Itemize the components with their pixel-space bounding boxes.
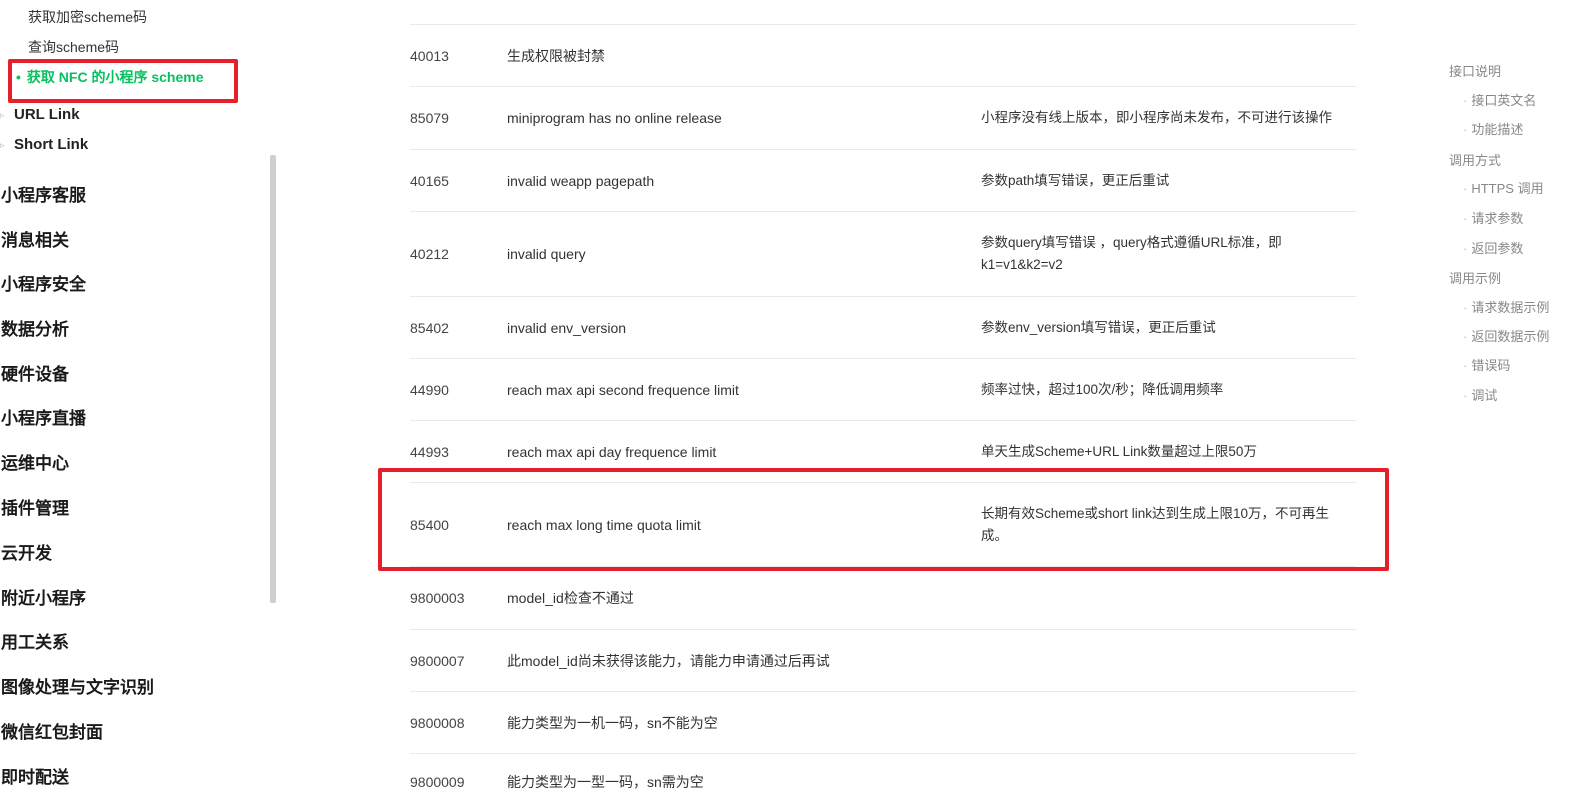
error-code: 9800008 xyxy=(410,714,465,731)
error-description: 参数query填写错误 ，query格式遵循URL标准，即k1=v1&k2=v2 xyxy=(981,235,1282,272)
toc-bullet-icon: · xyxy=(1463,211,1468,226)
sidebar-category[interactable]: 运维中心 xyxy=(1,449,69,474)
table-row: 44990 reach max api second frequence lim… xyxy=(410,359,1356,421)
toc-item-call-examples[interactable]: 调用示例 xyxy=(1449,268,1501,287)
table-row: 9800008 能力类型为一机一码，sn不能为空 xyxy=(410,692,1356,754)
toc-item-label: 返回数据示例 xyxy=(1471,329,1550,344)
toc-item-label: 调试 xyxy=(1471,388,1498,403)
error-description: 单天生成Scheme+URL Link数量超过上限50万 xyxy=(981,443,1257,459)
sidebar-category[interactable]: 数据分析 xyxy=(1,315,69,340)
caret-right-icon: ▹ xyxy=(0,139,5,150)
sidebar-group-label: Short Link xyxy=(14,136,89,153)
sidebar-category[interactable]: 硬件设备 xyxy=(1,360,69,385)
error-code: 44990 xyxy=(410,381,449,398)
sidebar-category[interactable]: 小程序直播 xyxy=(1,404,86,429)
toc-bullet-icon: · xyxy=(1463,181,1468,196)
toc-item-call-method[interactable]: 调用方式 xyxy=(1449,150,1501,169)
sidebar-group-url-link[interactable]: ▹ URL Link xyxy=(0,106,80,123)
error-description: 参数env_version填写错误，更正后重试 xyxy=(981,319,1216,335)
table-row: 9800003 model_id检查不通过 xyxy=(410,567,1356,630)
toc-item-label: HTTPS 调用 xyxy=(1471,181,1544,196)
left-sidebar: 获取加密scheme码 查询scheme码 • 获取 NFC 的小程序 schem… xyxy=(0,0,280,810)
table-row-top-partial xyxy=(410,0,1356,25)
error-description: 参数path填写错误，更正后重试 xyxy=(981,172,1170,188)
error-code: 9800003 xyxy=(410,590,465,606)
toc-bullet-icon: · xyxy=(1463,93,1468,108)
error-message: reach max api day frequence limit xyxy=(507,443,717,460)
error-message: 能力类型为一型一码，sn需为空 xyxy=(507,774,704,790)
sidebar-item-query-scheme[interactable]: 查询scheme码 xyxy=(28,37,119,57)
sidebar-category[interactable]: 微信红包封面 xyxy=(1,718,103,743)
sidebar-item-get-encrypted-scheme[interactable]: 获取加密scheme码 xyxy=(28,7,147,27)
error-code: 85402 xyxy=(410,319,449,336)
toc-item-request-params[interactable]: · 请求参数 xyxy=(1463,208,1523,227)
toc-item-function-description[interactable]: · 功能描述 xyxy=(1463,119,1523,138)
sidebar-category[interactable]: 小程序安全 xyxy=(1,270,86,295)
error-description: 小程序没有线上版本，即小程序尚未发布，不可进行该操作 xyxy=(981,110,1332,125)
table-row: 40165 invalid weapp pagepath 参数path填写错误，… xyxy=(410,150,1356,212)
sidebar-category[interactable]: 图像处理与文字识别 xyxy=(1,673,154,698)
error-message: reach max api second frequence limit xyxy=(507,381,739,398)
error-message: 能力类型为一机一码，sn不能为空 xyxy=(507,714,718,731)
toc-bullet-icon: · xyxy=(1463,388,1468,403)
error-message: invalid env_version xyxy=(507,319,627,336)
sidebar-group-label: URL Link xyxy=(14,106,80,123)
table-row: 85402 invalid env_version 参数env_version填… xyxy=(410,297,1356,359)
sidebar-category[interactable]: 插件管理 xyxy=(1,494,69,519)
sidebar-category[interactable]: 附近小程序 xyxy=(1,584,86,609)
toc-item-debug[interactable]: · 调试 xyxy=(1463,385,1497,404)
error-code: 40212 xyxy=(410,246,449,262)
error-code: 85079 xyxy=(410,110,449,126)
toc-item-https-call[interactable]: · HTTPS 调用 xyxy=(1463,178,1544,197)
sidebar-group-short-link[interactable]: ▹ Short Link xyxy=(0,136,88,153)
toc-item-response-example[interactable]: · 返回数据示例 xyxy=(1463,326,1549,345)
toc-item-label: 接口英文名 xyxy=(1471,93,1537,108)
sidebar-category[interactable]: 小程序客服 xyxy=(1,181,86,206)
error-message: 生成权限被封禁 xyxy=(507,47,605,64)
toc-item-label: 错误码 xyxy=(1471,358,1511,373)
sidebar-category[interactable]: 用工关系 xyxy=(1,628,69,653)
toc-item-label: 功能描述 xyxy=(1471,122,1524,137)
error-description: 频率过快，超过100次/秒；降低调用频率 xyxy=(981,381,1224,397)
highlight-box-85400-row xyxy=(378,468,1389,571)
error-message: invalid query xyxy=(507,246,586,262)
error-code: 9800007 xyxy=(410,652,465,669)
error-code: 9800009 xyxy=(410,774,465,790)
toc-item-label: 请求参数 xyxy=(1471,211,1524,226)
error-code: 40013 xyxy=(410,47,449,64)
toc-bullet-icon: · xyxy=(1463,358,1468,373)
error-code: 40165 xyxy=(410,172,449,189)
toc-item-api-description[interactable]: 接口说明 xyxy=(1449,61,1501,80)
sidebar-category[interactable]: 即时配送 xyxy=(1,763,69,788)
toc-item-api-english-name[interactable]: · 接口英文名 xyxy=(1463,90,1536,109)
sidebar-category[interactable]: 消息相关 xyxy=(1,226,69,251)
toc-item-label: 请求数据示例 xyxy=(1471,300,1550,315)
error-message: invalid weapp pagepath xyxy=(507,172,655,189)
error-message: miniprogram has no online release xyxy=(507,110,722,126)
toc-item-label: 返回参数 xyxy=(1471,241,1524,256)
table-row: 40212 invalid query 参数query填写错误 ，query格式… xyxy=(410,212,1356,297)
error-message: model_id检查不通过 xyxy=(507,590,634,606)
toc-item-request-example[interactable]: · 请求数据示例 xyxy=(1463,297,1549,316)
error-message: 此model_id尚未获得该能力，请能力申请通过后再试 xyxy=(507,652,830,669)
toc-bullet-icon: · xyxy=(1463,241,1468,256)
toc-bullet-icon: · xyxy=(1463,300,1468,315)
sidebar-category[interactable]: 云开发 xyxy=(1,539,52,564)
toc-item-return-params[interactable]: · 返回参数 xyxy=(1463,238,1523,257)
toc-item-error-codes[interactable]: · 错误码 xyxy=(1463,355,1510,374)
error-code: 44993 xyxy=(410,443,449,460)
caret-right-icon: ▹ xyxy=(0,109,5,120)
toc-bullet-icon: · xyxy=(1463,122,1468,137)
table-row: 9800007 此model_id尚未获得该能力，请能力申请通过后再试 xyxy=(410,630,1356,692)
highlight-box-nfc-scheme xyxy=(8,59,238,103)
table-row: 9800009 能力类型为一型一码，sn需为空 xyxy=(410,754,1356,810)
table-row: 40013 生成权限被封禁 xyxy=(410,25,1356,87)
toc-bullet-icon: · xyxy=(1463,329,1468,344)
table-row: 85079 miniprogram has no online release … xyxy=(410,87,1356,150)
sidebar-scrollbar[interactable] xyxy=(270,155,276,603)
